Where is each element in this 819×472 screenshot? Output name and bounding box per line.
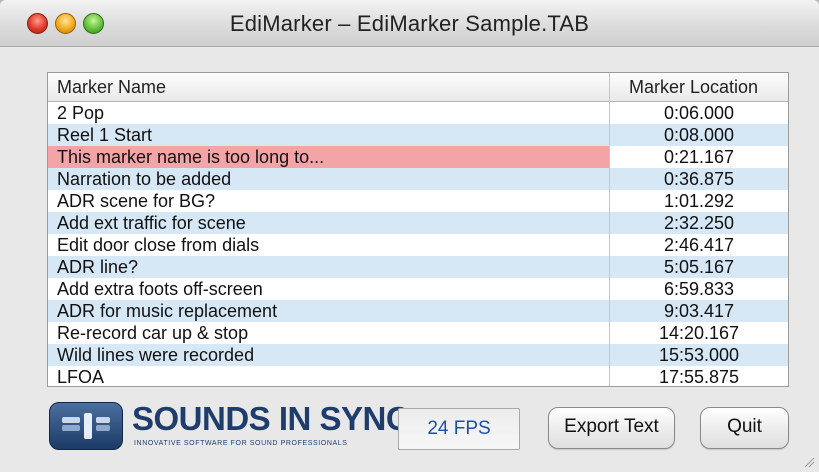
column-header-marker-name[interactable]: Marker Name [57,77,166,98]
table-row[interactable]: Re-record car up & stop 14:20.167 [48,322,788,344]
marker-location-cell: 0:06.000 [663,103,735,123]
table-row[interactable]: ADR scene for BG? 1:01.292 [48,190,788,212]
table-row[interactable]: Add ext traffic for scene 2:32.250 [48,212,788,234]
marker-location-cell: 2:32.250 [663,213,735,233]
marker-location-cell: 17:55.875 [658,367,740,387]
marker-location-cell: 6:59.833 [663,279,735,299]
title-bar[interactable]: EdiMarker – EdiMarker Sample.TAB [0,0,819,47]
marker-name-cell: LFOA [57,367,105,387]
marker-location-cell: 15:53.000 [658,345,740,365]
marker-name-cell: Add ext traffic for scene [57,213,246,233]
table-row[interactable]: 2 Pop 0:06.000 [48,102,788,124]
window-title: EdiMarker – EdiMarker Sample.TAB [229,11,590,36]
marker-location-cell: 0:21.167 [663,147,735,167]
marker-location-cell: 5:05.167 [663,257,735,277]
table-row[interactable]: Add extra foots off-screen 6:59.833 [48,278,788,300]
column-header-marker-location[interactable]: Marker Location [629,77,758,98]
marker-name-cell: Wild lines were recorded [57,345,255,365]
marker-location-cell: 2:46.417 [663,235,735,255]
marker-name-cell: Re-record car up & stop [57,323,249,343]
logo-tagline: INNOVATIVE SOFTWARE FOR SOUND PROFESSION… [134,440,348,447]
logo-wordmark: SOUNDS IN SYNC [132,400,410,437]
app-window: EdiMarker – EdiMarker Sample.TAB Marker … [0,0,819,472]
sounds-in-sync-logo: SOUNDS IN SYNC INNOVATIVE SOFTWARE FOR S… [49,400,410,452]
table-row[interactable]: ADR line? 5:05.167 [48,256,788,278]
marker-name-cell: Add extra foots off-screen [57,279,263,299]
column-divider [609,73,610,386]
table-row[interactable]: Wild lines were recorded 15:53.000 [48,344,788,366]
marker-name-cell: ADR scene for BG? [57,191,216,211]
table-row[interactable]: Narration to be added 0:36.875 [48,168,788,190]
table-row[interactable]: This marker name is too long to... 0:21.1… [48,146,788,168]
marker-name-cell: ADR for music replacement [57,301,278,321]
marker-location-cell: 0:08.000 [663,125,735,145]
marker-name-cell: Reel 1 Start [57,125,153,145]
marker-name-cell: Edit door close from dials [57,235,260,255]
table-rows: 2 Pop 0:06.000 Reel 1 Start 0:08.000 This ma… [48,102,788,388]
quit-button[interactable]: Quit [700,407,789,449]
marker-location-cell: 1:01.292 [663,191,735,211]
table-row[interactable]: Edit door close from dials 2:46.417 [48,234,788,256]
table-row[interactable]: Reel 1 Start 0:08.000 [48,124,788,146]
table-row[interactable]: LFOA 17:55.875 [48,366,788,388]
marker-location-cell: 0:36.875 [663,169,735,189]
logo-badge-icon [49,402,123,450]
marker-location-cell: 14:20.167 [658,323,740,343]
export-text-button[interactable]: Export Text [548,407,675,449]
marker-name-cell: ADR line? [57,257,139,277]
marker-table[interactable]: Marker Name Marker Location 2 Pop 0:06.00… [47,72,789,387]
fps-display: 24 FPS [398,408,520,450]
resize-grip-icon[interactable] [803,456,815,468]
marker-name-cell: 2 Pop [57,103,105,123]
table-header: Marker Name Marker Location [48,73,788,102]
table-row[interactable]: ADR for music replacement 9:03.417 [48,300,788,322]
marker-name-cell: Narration to be added [57,169,232,189]
marker-location-cell: 9:03.417 [663,301,735,321]
marker-name-cell: This marker name is too long to... [57,147,325,167]
